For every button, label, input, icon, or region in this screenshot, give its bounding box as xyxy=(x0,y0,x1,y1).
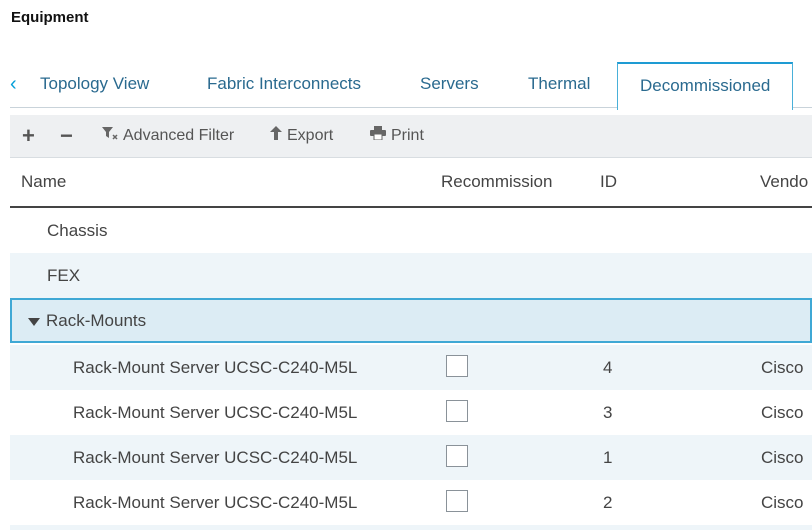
server-id: 4 xyxy=(603,358,613,377)
group-label: Chassis xyxy=(47,221,108,240)
remove-button[interactable]: − xyxy=(60,115,73,157)
group-label-wrap: Rack-Mounts xyxy=(28,298,146,343)
server-id: 2 xyxy=(603,493,613,512)
table-row[interactable]: Rack-Mount Server UCSC-C240-M5L 4 Cisco xyxy=(10,345,812,390)
column-header-id[interactable]: ID xyxy=(600,158,617,206)
column-header-vendor[interactable]: Vendo xyxy=(760,158,808,206)
add-button[interactable]: + xyxy=(22,115,35,157)
advanced-filter-button[interactable]: Advanced Filter xyxy=(102,115,234,157)
table-row-partial xyxy=(10,525,812,530)
server-vendor: Cisco xyxy=(761,403,804,422)
server-vendor: Cisco xyxy=(761,358,804,377)
group-row-chassis[interactable]: Chassis xyxy=(10,208,812,253)
server-vendor: Cisco xyxy=(761,448,804,467)
recommission-checkbox[interactable] xyxy=(446,445,468,467)
recommission-checkbox[interactable] xyxy=(446,400,468,422)
group-row-rack-mounts[interactable]: Rack-Mounts xyxy=(10,298,812,343)
server-id: 3 xyxy=(603,403,613,422)
export-button[interactable]: Export xyxy=(270,115,333,157)
server-name: Rack-Mount Server UCSC-C240-M5L xyxy=(73,403,358,422)
recommission-checkbox[interactable] xyxy=(446,490,468,512)
table-row[interactable]: Rack-Mount Server UCSC-C240-M5L 1 Cisco xyxy=(10,435,812,480)
group-label: FEX xyxy=(47,266,81,285)
table-row[interactable]: Rack-Mount Server UCSC-C240-M5L 2 Cisco xyxy=(10,480,812,525)
printer-icon xyxy=(370,115,386,157)
recommission-checkbox[interactable] xyxy=(446,355,468,377)
server-id: 1 xyxy=(603,448,613,467)
export-label: Export xyxy=(287,127,334,144)
toolbar: + − Advanced Filter Export Print xyxy=(10,115,812,158)
filter-icon xyxy=(102,115,118,157)
group-row-fex[interactable]: FEX xyxy=(10,253,812,298)
server-name: Rack-Mount Server UCSC-C240-M5L xyxy=(73,493,358,512)
tab-topology-view[interactable]: Topology View xyxy=(40,60,149,108)
tab-thermal[interactable]: Thermal xyxy=(528,60,590,108)
arrow-up-icon xyxy=(270,115,282,157)
tab-bar: ‹ Topology View Fabric Interconnects Ser… xyxy=(0,60,812,110)
server-name: Rack-Mount Server UCSC-C240-M5L xyxy=(73,448,358,467)
tab-fabric-interconnects[interactable]: Fabric Interconnects xyxy=(207,60,361,108)
chevron-left-icon[interactable]: ‹ xyxy=(10,72,30,96)
print-button[interactable]: Print xyxy=(370,115,424,157)
print-label: Print xyxy=(391,127,424,144)
advanced-filter-label: Advanced Filter xyxy=(123,127,235,144)
table-row[interactable]: Rack-Mount Server UCSC-C240-M5L 3 Cisco xyxy=(10,390,812,435)
tab-servers[interactable]: Servers xyxy=(420,60,479,108)
page-title: Equipment xyxy=(11,9,89,26)
group-label: Rack-Mounts xyxy=(46,311,147,330)
server-name: Rack-Mount Server UCSC-C240-M5L xyxy=(73,358,358,377)
tab-decommissioned[interactable]: Decommissioned xyxy=(617,62,794,110)
column-header-name[interactable]: Name xyxy=(21,158,66,206)
server-vendor: Cisco xyxy=(761,493,804,512)
column-header-recommission[interactable]: Recommission xyxy=(441,158,552,206)
table-header: Name Recommission ID Vendo xyxy=(10,158,812,208)
caret-down-icon[interactable] xyxy=(28,317,40,326)
